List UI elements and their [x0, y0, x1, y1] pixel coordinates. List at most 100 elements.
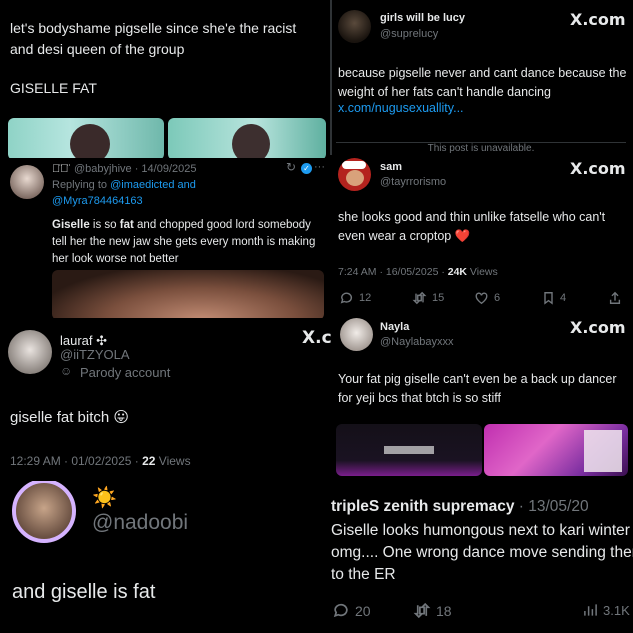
tweet-text: Giselle is so fat and chopped good lord … [52, 217, 324, 268]
user-handle[interactable]: @Naylabayxxx [380, 336, 454, 348]
parody-label: Parody account [80, 365, 171, 380]
tweet-text-body: giselle fat bitch [10, 409, 110, 426]
reply-user-link-2[interactable]: @Myra784464163 [52, 195, 143, 207]
tweet-text-body: she looks good and thin unlike fatselle … [338, 210, 606, 243]
repost-button[interactable]: 15 [412, 291, 444, 305]
bookmark-icon [544, 292, 553, 305]
screenshot-panel-6: Nayla @Naylabayxxx X.com Your fat pig gi… [332, 314, 633, 486]
tweet-text: and giselle is fat [12, 581, 156, 603]
share-icon [609, 291, 621, 304]
media-video-2[interactable] [484, 424, 628, 476]
photo-figure [70, 124, 110, 160]
like-button[interactable]: 6 [474, 291, 500, 305]
video-caption [384, 446, 434, 454]
reply-button[interactable]: 20 [333, 602, 371, 619]
tweet-link[interactable]: x.com/nugusexuallity... [338, 101, 464, 115]
screenshot-panel-4: This post is unavailable. sam @tayrroris… [332, 140, 633, 315]
bookmark-button[interactable]: 4 [542, 291, 566, 305]
views-icon [584, 604, 597, 616]
bookmark-count: 4 [560, 292, 567, 304]
sun-emoji: ☀️ [92, 487, 117, 509]
media-video-1[interactable] [336, 424, 482, 476]
tweet-text: because pigselle never and cant dance be… [338, 66, 627, 99]
heart-icon [475, 292, 488, 305]
parody-icon: ☺ [60, 364, 73, 378]
media-image-2[interactable] [168, 118, 326, 160]
avatar[interactable] [338, 158, 371, 191]
video-caption-block [584, 430, 622, 472]
screenshot-panel-8: tripleS zenith supremacy · 13/05/20 Gise… [325, 486, 633, 633]
display-name[interactable]: sam [380, 161, 402, 173]
view-count: 3.1K [603, 602, 630, 618]
reply-button[interactable]: 12 [340, 291, 371, 305]
tweet-text-bold-2: fat [119, 219, 134, 231]
user-handle[interactable]: @tayrrorismo [380, 176, 446, 188]
tweet-text-part: is so [89, 219, 120, 231]
screenshot-panel-5: lauraf ✣ @iiTZYOLA ☺ Parody account X.c … [0, 318, 332, 481]
tongue-emoji: 😛 [113, 409, 130, 426]
unavailable-notice: This post is unavailable. [336, 142, 626, 156]
tweet-text: she looks good and thin unlike fatselle … [338, 208, 630, 246]
screenshot-panel-3: ﾗ̈ｽ̈ @babyjhive · 14/09/2025 ↻ ✓ ··· Rep… [0, 158, 330, 318]
heart-emoji: ❤️ [454, 229, 471, 243]
repost-icon [413, 602, 431, 619]
tweet-timestamp: 7:24 AM · 16/05/2025 · [338, 266, 448, 278]
display-name[interactable]: Nayla [380, 321, 409, 333]
user-handle[interactable]: @suprelucy [380, 28, 438, 40]
unavailable-text: This post is unavailable. [427, 143, 535, 154]
display-name-emoji[interactable]: ﾗ̈ｽ̈ [52, 163, 69, 175]
like-count: 6 [494, 292, 501, 304]
screenshot-panel-7: ☀️ @nadoobi and giselle is fat [0, 481, 325, 633]
avatar[interactable] [338, 10, 371, 43]
repost-icon [412, 291, 427, 305]
tweet-text-2: GISELLE FAT [10, 80, 97, 96]
views-label: Views [467, 266, 498, 278]
replying-to-label: Replying to [52, 179, 108, 191]
tweet-text: Your fat pig giselle can't even be a bac… [338, 372, 617, 405]
tweet-text-bold-1: Giselle [52, 219, 90, 231]
views-label: Views [155, 454, 191, 468]
handle-and-date[interactable]: @babyjhive · 14/09/2025 [74, 163, 196, 175]
repost-count: 18 [436, 602, 452, 619]
share-button[interactable] [608, 291, 622, 305]
x-logo: X.com [570, 10, 626, 29]
more-options-icon[interactable]: ··· [314, 161, 325, 173]
screenshot-panel-1: let's bodyshame pigselle since she'e the… [0, 0, 330, 160]
x-logo: X.com [570, 159, 626, 178]
media-image-1[interactable] [8, 118, 164, 160]
tweet-text: giselle fat bitch 😛 [10, 408, 129, 426]
avatar[interactable] [8, 330, 52, 374]
tweet-date: · 13/05/20 [514, 498, 589, 515]
reply-icon [333, 603, 348, 618]
tweet-meta: 12:29 AM · 01/02/2025 · 22 Views [10, 454, 191, 468]
tweet-timestamp: 12:29 AM · 01/02/2025 · [10, 454, 143, 468]
reply-count: 12 [359, 292, 372, 304]
screenshot-panel-2: girls will be lucy @suprelucy X.com beca… [332, 0, 633, 140]
repost-count: 15 [432, 292, 445, 304]
view-count: 22 [142, 454, 156, 468]
user-handle[interactable]: @iiTZYOLA [60, 347, 130, 362]
avatar-face [346, 170, 364, 186]
tweet-text: let's bodyshame pigselle since she'e the… [10, 20, 297, 57]
x-logo: X.com [570, 318, 626, 337]
santa-hat [342, 161, 366, 169]
avatar[interactable] [12, 481, 76, 543]
views-button[interactable]: 3.1K [583, 602, 630, 618]
photo-figure [232, 124, 270, 160]
repost-button[interactable]: 18 [413, 602, 452, 619]
view-count: 24K [447, 266, 468, 278]
avatar[interactable] [10, 165, 44, 199]
tweet-meta: 7:24 AM · 16/05/2025 · 24K Views [338, 266, 498, 278]
tweet-header: tripleS zenith supremacy · 13/05/20 [331, 498, 589, 516]
reply-icon [340, 292, 353, 304]
verified-badge: ✓ [301, 163, 312, 174]
user-handle[interactable]: @nadoobi [92, 511, 188, 535]
display-name[interactable]: tripleS zenith supremacy [331, 498, 514, 515]
refresh-icon: ↻ [286, 160, 297, 174]
avatar[interactable] [340, 318, 373, 351]
media-image[interactable] [52, 270, 324, 318]
reply-count: 20 [355, 602, 371, 619]
display-name[interactable]: girls will be lucy [380, 12, 465, 24]
tweet-text: Giselle looks humongous next to kari win… [331, 522, 633, 583]
reply-user-link[interactable]: @imaedicted and [110, 179, 196, 191]
